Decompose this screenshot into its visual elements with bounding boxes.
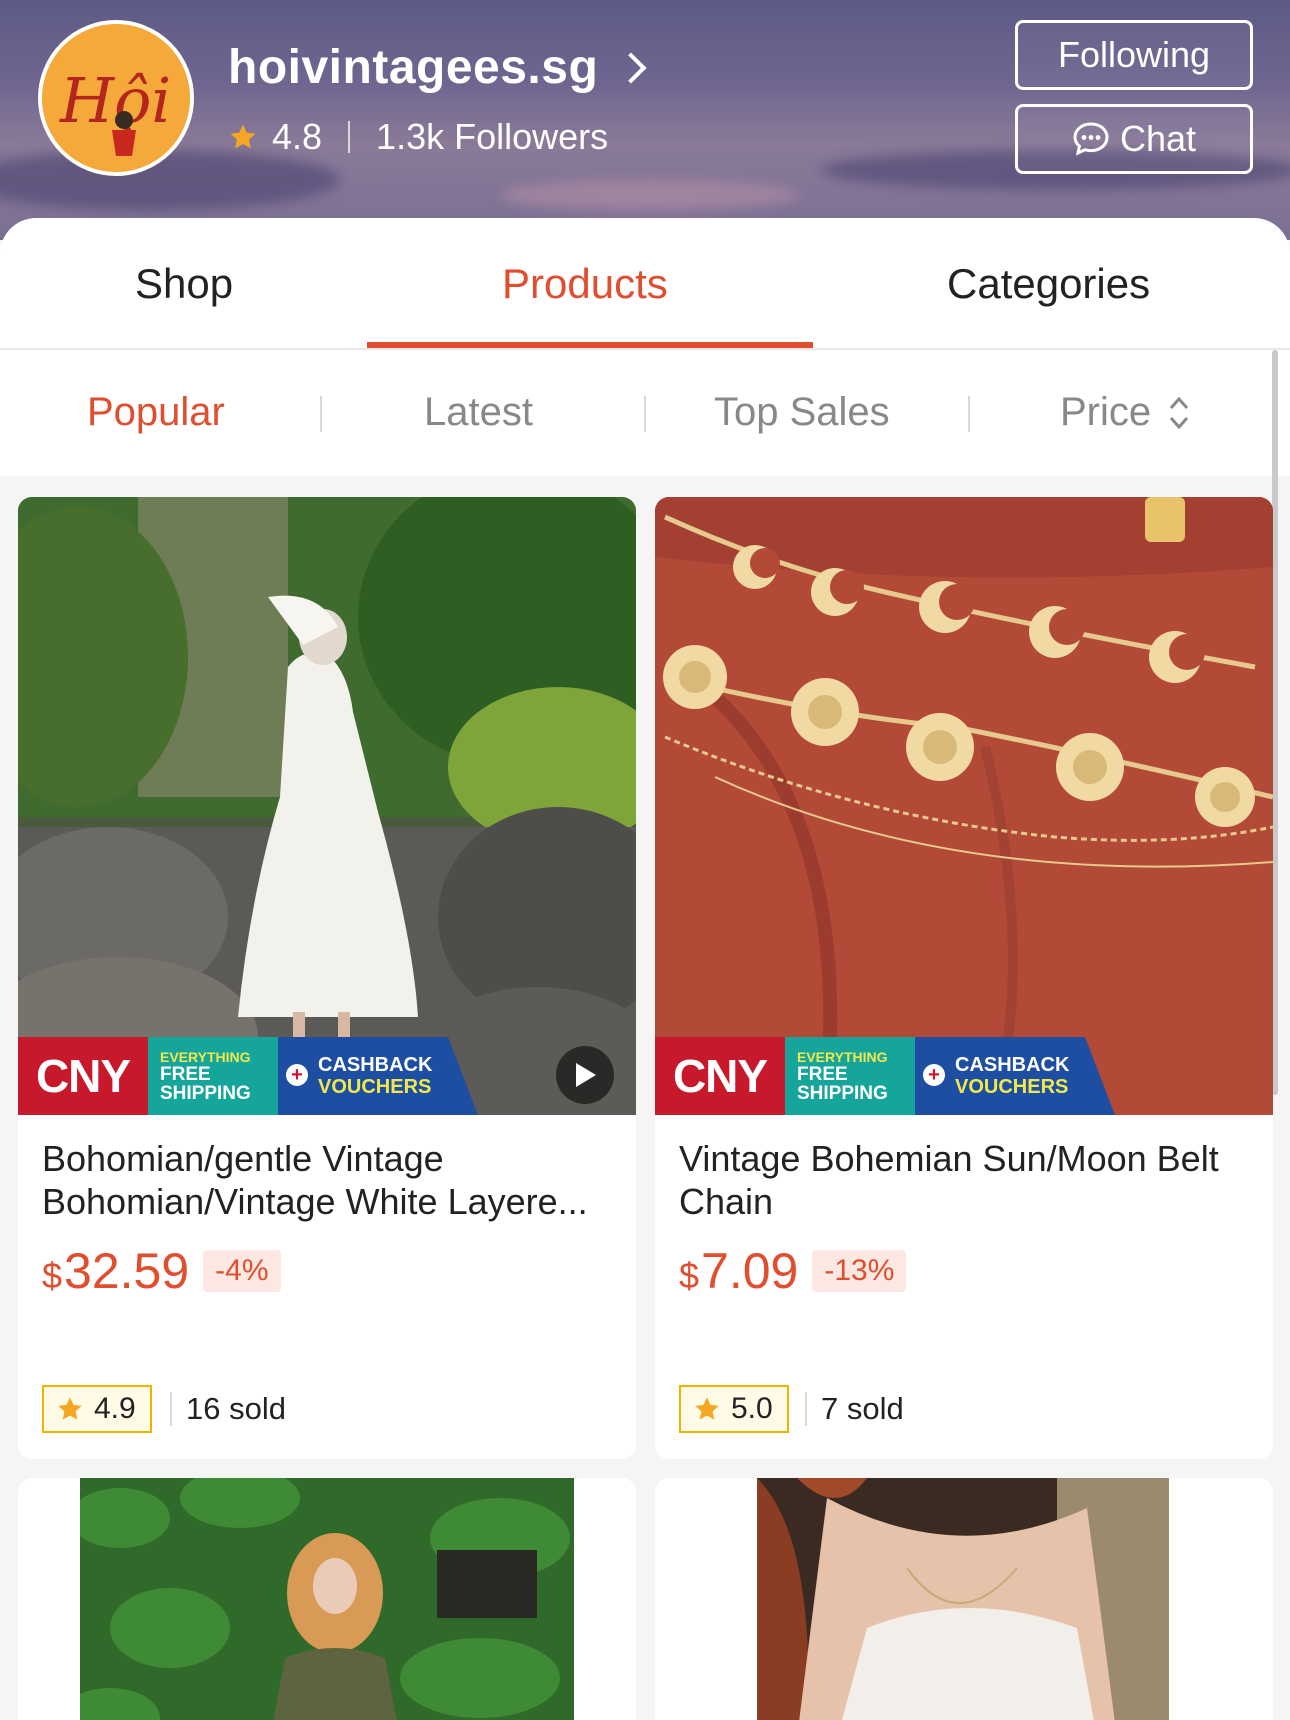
banner-vouchers: VOUCHERS xyxy=(318,1076,432,1098)
product-title-line: Bohomian/Vintage White Layere... xyxy=(42,1181,588,1222)
chat-button[interactable]: Chat xyxy=(1015,104,1253,174)
banner-everything: EVERYTHING xyxy=(160,1048,251,1065)
tab-shop[interactable]: Shop xyxy=(135,260,233,308)
divider xyxy=(348,121,351,153)
price-value: 32.59 xyxy=(64,1243,190,1299)
product-price: $ 7.09 -13% xyxy=(679,1242,907,1300)
sort-popular[interactable]: Popular xyxy=(87,390,225,435)
product-rating: 5.0 xyxy=(731,1392,773,1425)
product-rating-badge: 5.0 xyxy=(679,1385,789,1433)
shop-followers: 1.3k Followers xyxy=(376,116,609,157)
product-title-line: Chain xyxy=(679,1181,774,1222)
cashback-vouchers-badge: + CASHBACK VOUCHERS xyxy=(278,1037,478,1115)
sold-count: 7 sold xyxy=(821,1391,904,1426)
sold-count: 16 sold xyxy=(186,1391,286,1426)
banner-cashback: CASHBACK xyxy=(318,1054,433,1076)
divider xyxy=(805,1392,807,1426)
chevron-right-icon xyxy=(615,51,647,84)
product-price: $ 32.59 -4% xyxy=(42,1242,281,1300)
following-button[interactable]: Following xyxy=(1015,20,1253,90)
banner-free: FREE xyxy=(160,1063,211,1085)
sort-top-sales[interactable]: Top Sales xyxy=(714,390,890,435)
active-tab-indicator xyxy=(367,342,813,348)
divider xyxy=(320,396,322,432)
promo-banner: CNY EVERYTHING FREE SHIPPING + CASHBACK … xyxy=(655,1037,1273,1115)
shop-meta: 4.8 1.3k Followers xyxy=(228,116,608,158)
following-label: Following xyxy=(1057,34,1211,75)
tab-categories[interactable]: Categories xyxy=(947,260,1150,308)
cny-badge: CNY xyxy=(655,1037,785,1115)
shop-rating: 4.8 xyxy=(272,116,323,157)
banner-vouchers: VOUCHERS xyxy=(955,1076,1069,1098)
discount-badge: -13% xyxy=(812,1250,907,1292)
product-title: Bohomian/gentle Vintage Bohomian/Vintage… xyxy=(42,1137,617,1223)
sort-bar: Popular Latest Top Sales Price xyxy=(0,350,1290,476)
shop-name-link[interactable]: hoivintagees.sg xyxy=(228,40,647,95)
shop-avatar[interactable]: Hội xyxy=(38,20,194,176)
chat-bubble-icon xyxy=(1073,122,1109,156)
shop-name: hoivintagees.sg xyxy=(228,41,599,94)
sort-price[interactable]: Price xyxy=(1060,390,1191,435)
product-title-line: Bohomian/gentle Vintage xyxy=(42,1138,444,1179)
banner-cashback: CASHBACK xyxy=(955,1054,1070,1076)
plus-icon: + xyxy=(923,1064,945,1086)
promo-banner: CNY EVERYTHING FREE SHIPPING + CASHBACK … xyxy=(18,1037,636,1115)
sort-latest[interactable]: Latest xyxy=(424,390,533,435)
sort-updown-icon xyxy=(1170,396,1189,429)
product-card[interactable] xyxy=(18,1478,636,1720)
tab-products[interactable]: Products xyxy=(502,260,668,308)
product-image-white-dress[interactable] xyxy=(18,497,636,1115)
product-image-green-dress[interactable] xyxy=(80,1478,574,1720)
plus-icon: + xyxy=(286,1064,308,1086)
divider xyxy=(170,1392,172,1426)
product-sold: 16 sold xyxy=(170,1391,286,1427)
star-icon xyxy=(695,1397,719,1420)
avatar-logo-text: Hội xyxy=(59,64,171,137)
product-card[interactable] xyxy=(655,1478,1273,1720)
product-title: Vintage Bohemian Sun/Moon Belt Chain xyxy=(679,1137,1254,1223)
divider xyxy=(968,396,970,432)
price-value: 7.09 xyxy=(701,1243,799,1299)
product-title-line: Vintage Bohemian Sun/Moon Belt xyxy=(679,1138,1219,1179)
sort-price-label: Price xyxy=(1060,390,1152,434)
banner-shipping: SHIPPING xyxy=(797,1082,888,1104)
chat-label: Chat xyxy=(1119,118,1197,159)
banner-shipping: SHIPPING xyxy=(160,1082,251,1104)
product-card[interactable]: CNY EVERYTHING FREE SHIPPING + CASHBACK … xyxy=(655,497,1273,1459)
divider xyxy=(644,396,646,432)
product-rating-badge: 4.9 xyxy=(42,1385,152,1433)
discount-badge: -4% xyxy=(203,1250,281,1292)
product-sold: 7 sold xyxy=(805,1391,904,1427)
banner-everything: EVERYTHING xyxy=(797,1048,888,1065)
cny-badge: CNY xyxy=(18,1037,148,1115)
shop-tabs: Shop Products Categories xyxy=(0,218,1290,350)
product-image-necklace[interactable] xyxy=(757,1478,1169,1720)
free-shipping-badge: EVERYTHING FREE SHIPPING xyxy=(785,1037,915,1115)
shop-header: Hội hoivintagees.sg 4.8 1.3k Followers F… xyxy=(0,0,1290,240)
product-card[interactable]: CNY EVERYTHING FREE SHIPPING + CASHBACK … xyxy=(18,497,636,1459)
product-rating: 4.9 xyxy=(94,1392,136,1425)
price-currency: $ xyxy=(42,1255,63,1296)
star-icon xyxy=(58,1397,82,1420)
price-currency: $ xyxy=(679,1255,700,1296)
free-shipping-badge: EVERYTHING FREE SHIPPING xyxy=(148,1037,278,1115)
banner-free: FREE xyxy=(797,1063,848,1085)
product-image-belt-chain[interactable] xyxy=(655,497,1273,1115)
star-icon xyxy=(230,124,256,149)
play-video-icon[interactable] xyxy=(556,1046,614,1104)
cashback-vouchers-badge: + CASHBACK VOUCHERS xyxy=(915,1037,1115,1115)
